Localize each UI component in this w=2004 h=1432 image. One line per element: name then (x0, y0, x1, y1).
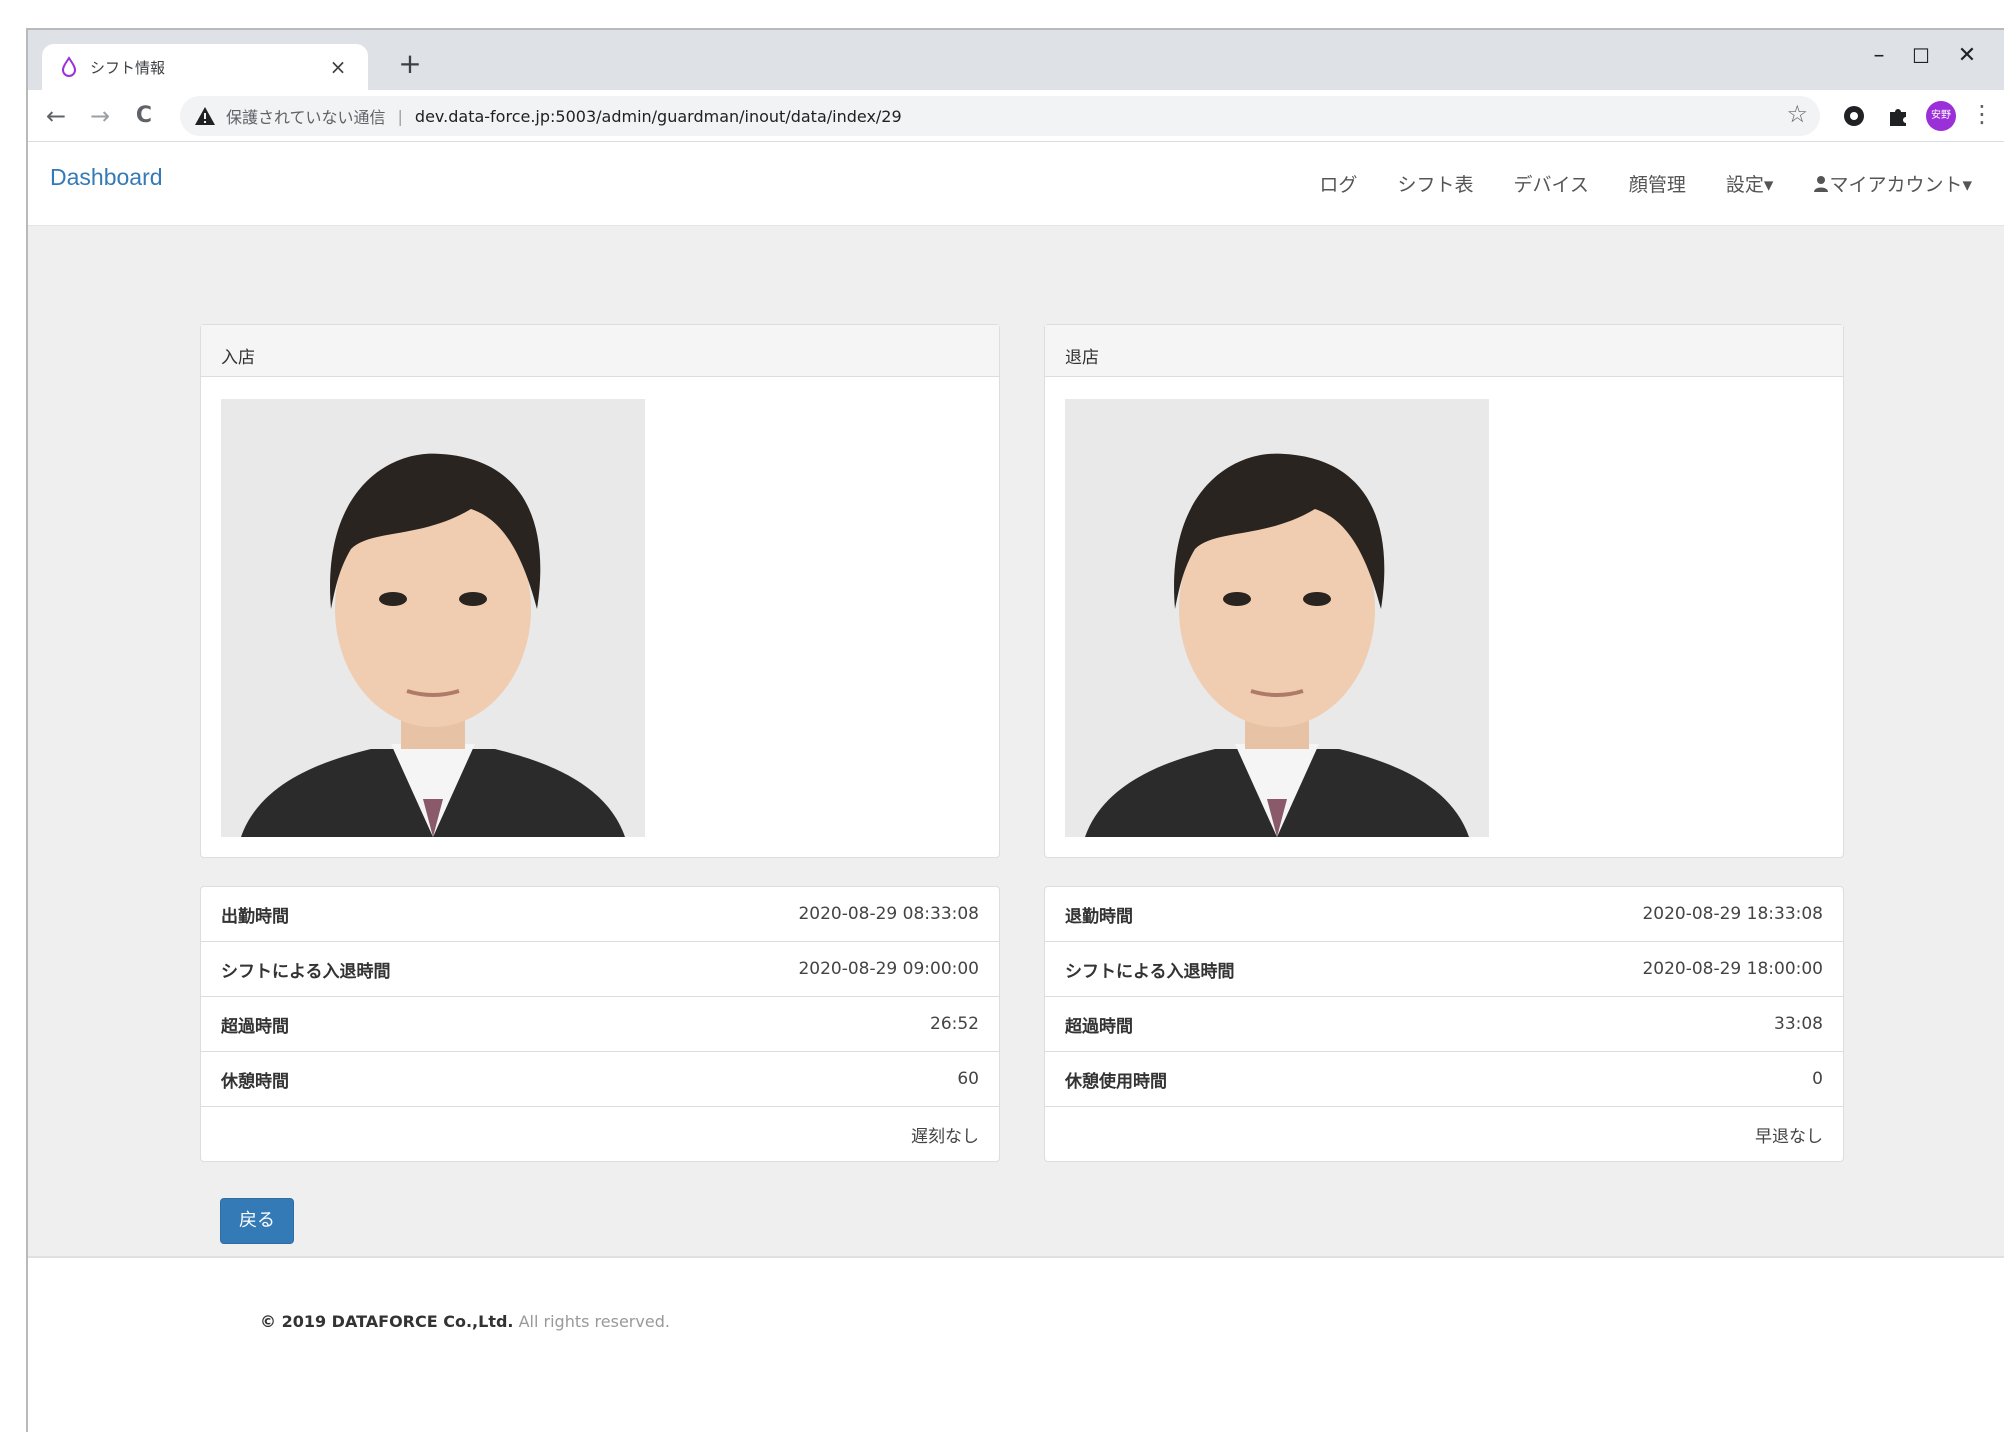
row-label: 出勤時間 (221, 906, 289, 927)
maximize-button[interactable]: ☐ (1898, 38, 1944, 74)
checkin-status: 遅刻なし (911, 1126, 979, 1147)
nav-menu: ログ シフト表 デバイス 顔管理 設定▾ マイアカウント▾ (1279, 170, 1972, 197)
forward-arrow-icon[interactable]: → (84, 100, 116, 132)
checkout-details-list: 退勤時間 2020-08-29 18:33:08 シフトによる入退時間 2020… (1044, 886, 1844, 1162)
nav-item-log[interactable]: ログ (1319, 170, 1357, 197)
checkout-title: 退店 (1045, 325, 1843, 377)
row-value: 26:52 (930, 1014, 979, 1034)
app-navbar: Dashboard ログ シフト表 デバイス 顔管理 設定▾ マイアカウント▾ (28, 142, 2004, 226)
warning-icon (195, 107, 215, 125)
my-account-label: マイアカウント▾ (1829, 174, 1972, 196)
page-footer: © 2019 DATAFORCE Co.,Ltd. All rights res… (28, 1256, 2004, 1432)
tab-title: シフト情報 (90, 58, 166, 77)
menu-dots-icon[interactable]: ⋮ (1970, 100, 1994, 128)
new-tab-button[interactable]: + (390, 44, 430, 84)
copyright-text: © 2019 DATAFORCE Co.,Ltd. All rights res… (260, 1312, 670, 1331)
row-label: 超過時間 (1065, 1016, 1133, 1037)
checkin-person-photo (221, 399, 645, 837)
extension-circle-icon[interactable] (1840, 102, 1868, 130)
url-separator: | (397, 106, 403, 126)
back-arrow-icon[interactable]: ← (40, 100, 72, 132)
nav-item-face-management[interactable]: 顔管理 (1629, 170, 1686, 197)
checkout-person-photo (1065, 399, 1489, 837)
droplet-icon (61, 56, 77, 77)
puzzle-icon[interactable] (1884, 102, 1912, 130)
row-label: シフトによる入退時間 (221, 961, 391, 982)
row-value: 2020-08-29 18:00:00 (1642, 959, 1823, 979)
list-item: 遅刻なし (200, 1106, 1000, 1162)
row-label: 休憩使用時間 (1065, 1071, 1167, 1092)
back-button[interactable]: 戻る (220, 1198, 294, 1244)
list-item: シフトによる入退時間 2020-08-29 09:00:00 (200, 941, 1000, 997)
minimize-button[interactable]: – (1856, 38, 1902, 74)
tab-close-icon[interactable]: × (326, 55, 350, 79)
close-window-button[interactable]: ✕ (1944, 38, 1990, 74)
list-item: 超過時間 33:08 (1044, 996, 1844, 1052)
profile-avatar[interactable]: 安野 (1926, 101, 1956, 131)
row-label: シフトによる入退時間 (1065, 961, 1235, 982)
nav-item-settings[interactable]: 設定▾ (1726, 170, 1774, 197)
brand-link[interactable]: Dashboard (50, 164, 163, 191)
checkin-title: 入店 (201, 325, 999, 377)
browser-toolbar: ← → C 保護されていない通信 | dev.data-force.jp:500… (28, 90, 2004, 142)
checkin-photo-panel: 入店 (200, 324, 1000, 858)
row-value: 2020-08-29 18:33:08 (1642, 904, 1823, 924)
list-item: 休憩時間 60 (200, 1051, 1000, 1107)
browser-window: シフト情報 × + – ☐ ✕ ← → C 保護されていない通信 | dev.d… (26, 28, 2004, 1432)
list-item: 超過時間 26:52 (200, 996, 1000, 1052)
copyright-owner: © 2019 DATAFORCE Co.,Ltd. (260, 1312, 514, 1331)
row-label: 超過時間 (221, 1016, 289, 1037)
nav-item-my-account[interactable]: マイアカウント▾ (1813, 170, 1972, 197)
list-item: 休憩使用時間 0 (1044, 1051, 1844, 1107)
list-item: 早退なし (1044, 1106, 1844, 1162)
row-value: 60 (957, 1069, 979, 1089)
list-item: 退勤時間 2020-08-29 18:33:08 (1044, 886, 1844, 942)
user-icon (1814, 176, 1829, 192)
list-item: シフトによる入退時間 2020-08-29 18:00:00 (1044, 941, 1844, 997)
main-content: 入店 退店 出勤時間 2020-08-29 08:33:08 シフトによる入退時… (28, 226, 2004, 1256)
row-value: 0 (1812, 1069, 1823, 1089)
checkout-status: 早退なし (1755, 1126, 1823, 1147)
address-bar[interactable]: 保護されていない通信 | dev.data-force.jp:5003/admi… (180, 96, 1820, 136)
row-value: 2020-08-29 09:00:00 (798, 959, 979, 979)
browser-tab[interactable]: シフト情報 × (42, 44, 368, 90)
row-label: 退勤時間 (1065, 906, 1133, 927)
nav-item-device[interactable]: デバイス (1513, 170, 1588, 197)
security-label: 保護されていない通信 (226, 108, 386, 127)
tab-strip: シフト情報 × + – ☐ ✕ (28, 30, 2004, 90)
checkin-details-list: 出勤時間 2020-08-29 08:33:08 シフトによる入退時間 2020… (200, 886, 1000, 1162)
reload-icon[interactable]: C (128, 100, 160, 132)
row-label: 休憩時間 (221, 1071, 289, 1092)
url-text: dev.data-force.jp:5003/admin/guardman/in… (414, 106, 902, 126)
profile-badge-text: 安野 (1931, 110, 1951, 121)
nav-item-shift-table[interactable]: シフト表 (1397, 170, 1473, 197)
row-value: 33:08 (1774, 1014, 1823, 1034)
list-item: 出勤時間 2020-08-29 08:33:08 (200, 886, 1000, 942)
rights-text: All rights reserved. (518, 1312, 670, 1331)
bookmark-star-icon[interactable]: ☆ (1786, 100, 1808, 128)
row-value: 2020-08-29 08:33:08 (798, 904, 979, 924)
checkout-photo-panel: 退店 (1044, 324, 1844, 858)
